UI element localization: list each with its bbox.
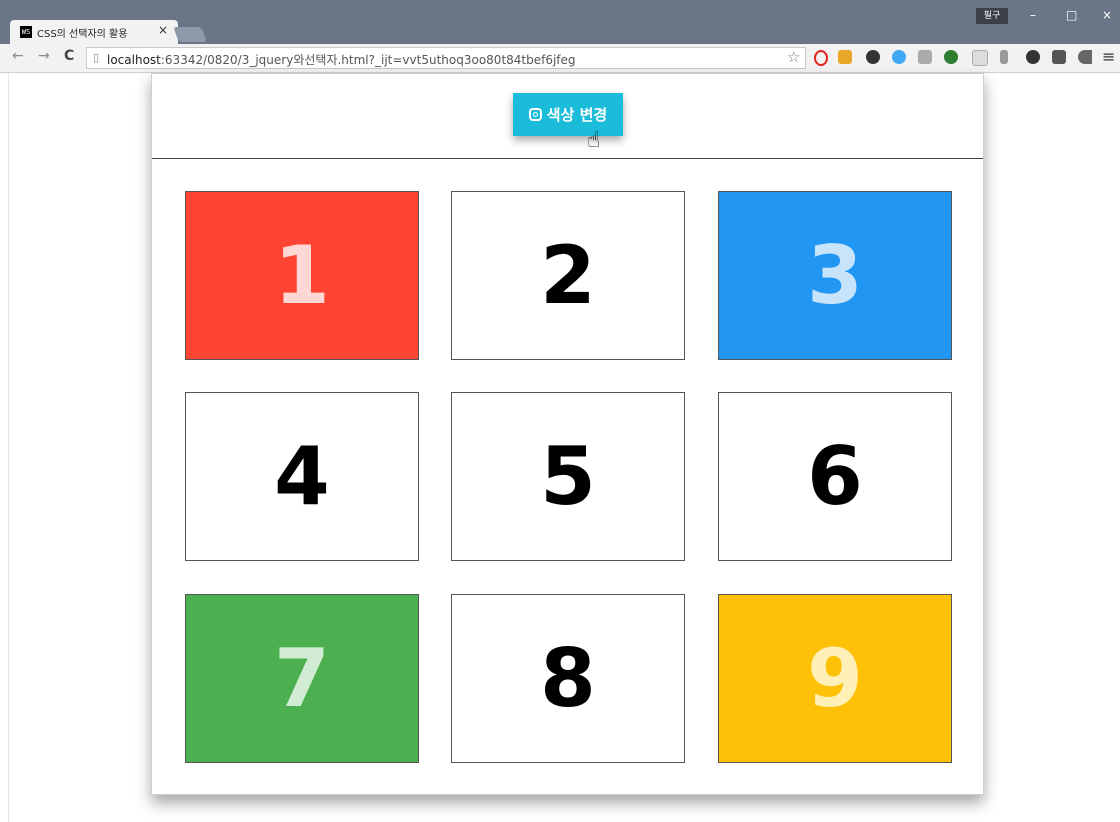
minimize-icon[interactable]: –	[1030, 8, 1036, 22]
url-host: localhost	[107, 53, 161, 67]
new-tab-button[interactable]	[173, 27, 207, 42]
page-icon: ▯	[93, 51, 100, 64]
url-text: localhost:63342/0820/3_jquery와선택자.html?_…	[107, 51, 576, 68]
box-9[interactable]: 9	[718, 594, 952, 763]
box-1[interactable]: 1	[185, 191, 419, 360]
menu-icon[interactable]: ≡	[1102, 47, 1115, 66]
box-number: 3	[807, 229, 863, 322]
url-path: :63342/0820/3_jquery와선택자.html?_ijt=vvt5u…	[160, 53, 576, 67]
close-window-icon[interactable]: ×	[1102, 8, 1112, 22]
app-container: 색상 변경 ☝ 1 2 3 4 5 6 7 8 9	[151, 73, 984, 795]
profile-badge[interactable]: 필구	[976, 8, 1008, 24]
box-number: 8	[540, 632, 596, 725]
box-4[interactable]: 4	[185, 392, 419, 561]
bookmark-star-icon[interactable]: ☆	[787, 48, 800, 66]
tab-close-icon[interactable]: ×	[158, 23, 168, 37]
box-number: 9	[807, 632, 863, 725]
extension-icon[interactable]	[918, 50, 932, 64]
extension-icon[interactable]	[838, 50, 852, 64]
box-5[interactable]: 5	[451, 392, 685, 561]
change-color-label: 색상 변경	[546, 106, 608, 124]
box-grid: 1 2 3 4 5 6 7 8 9	[185, 191, 952, 763]
box-number: 1	[274, 229, 330, 322]
browser-toolbar: ← → C ▯ localhost:63342/0820/3_jquery와선택…	[0, 44, 1120, 73]
header: 색상 변경 ☝	[152, 74, 983, 159]
box-3[interactable]: 3	[718, 191, 952, 360]
box-8[interactable]: 8	[451, 594, 685, 763]
hand-cursor-icon: ☝	[587, 128, 601, 153]
box-number: 2	[540, 229, 596, 322]
reload-icon[interactable]: C	[64, 48, 74, 64]
box-number: 5	[540, 430, 596, 523]
tab-title: CSS의 선택자의 활용	[37, 29, 128, 40]
extension-icon[interactable]	[866, 50, 880, 64]
forward-icon[interactable]: →	[38, 48, 50, 64]
address-bar[interactable]: ▯ localhost:63342/0820/3_jquery와선택자.html…	[86, 47, 806, 69]
webstorm-favicon-icon: WS	[20, 26, 32, 38]
box-2[interactable]: 2	[451, 191, 685, 360]
angular-extension-icon[interactable]	[1052, 50, 1066, 64]
box-number: 4	[274, 430, 330, 523]
opera-extension-icon[interactable]	[814, 50, 828, 66]
eyedropper-icon[interactable]	[1000, 50, 1008, 64]
globe-extension-icon[interactable]	[944, 50, 958, 64]
browser-tab[interactable]: WS CSS의 선택자의 활용 ×	[10, 20, 178, 44]
page-edge	[0, 73, 9, 822]
box-7[interactable]: 7	[185, 594, 419, 763]
box-6[interactable]: 6	[718, 392, 952, 561]
box-number: 6	[807, 430, 863, 523]
instagram-icon	[528, 108, 542, 121]
browser-titlebar: WS CSS의 선택자의 활용 × 필구 – □ ×	[0, 0, 1120, 44]
extension-icon[interactable]	[972, 50, 988, 66]
gear-icon[interactable]	[1026, 50, 1040, 64]
back-icon[interactable]: ←	[12, 48, 24, 64]
cloud-extension-icon[interactable]	[892, 50, 906, 64]
reply-extension-icon[interactable]	[1078, 50, 1092, 64]
change-color-button[interactable]: 색상 변경	[513, 93, 623, 136]
box-number: 7	[274, 632, 330, 725]
maximize-icon[interactable]: □	[1066, 8, 1077, 22]
